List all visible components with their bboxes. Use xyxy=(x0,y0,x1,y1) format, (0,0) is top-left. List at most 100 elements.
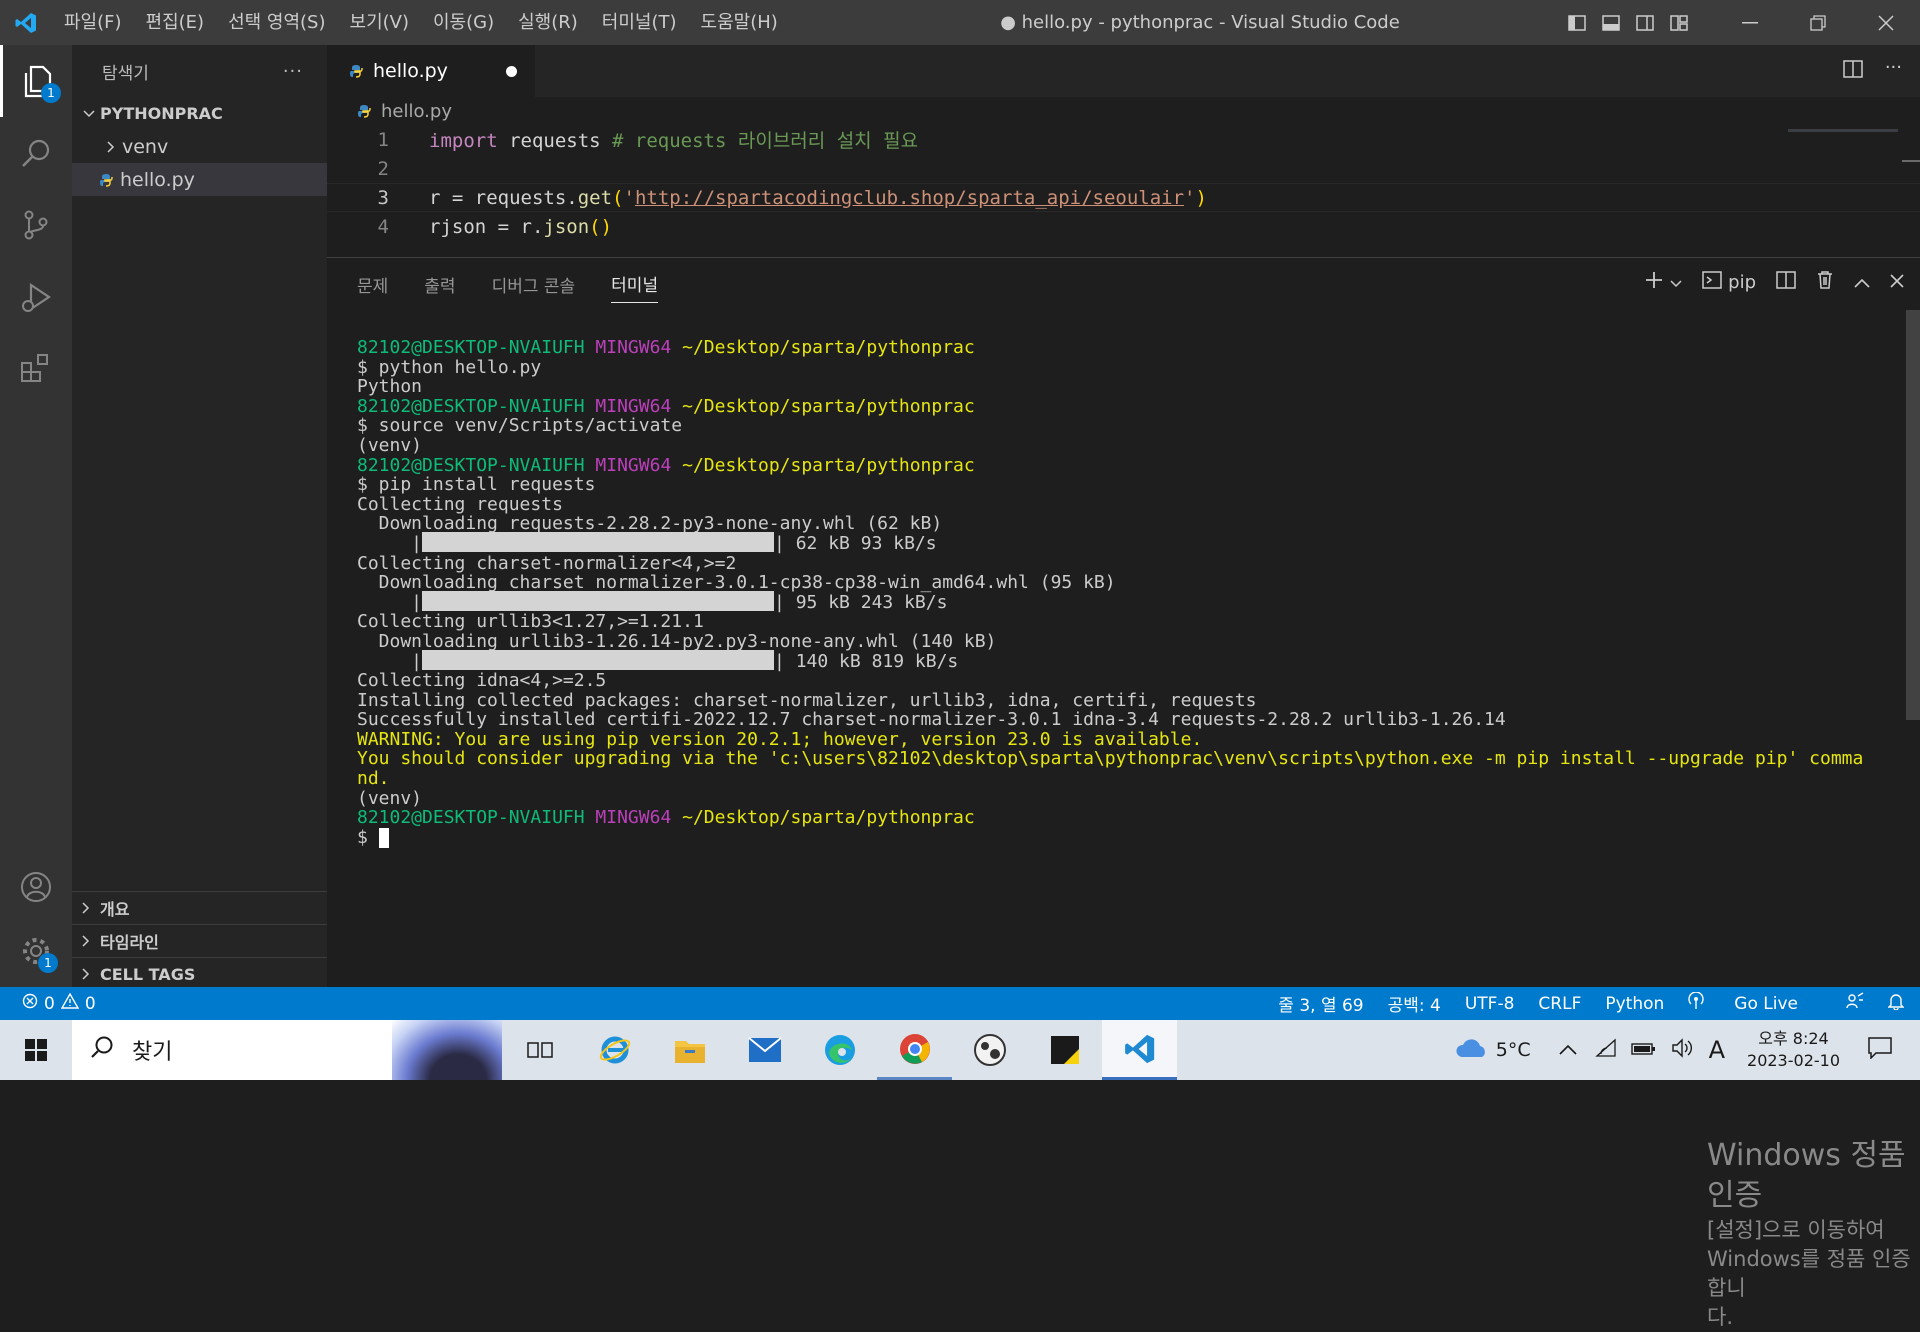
customize-layout-icon[interactable] xyxy=(1662,0,1696,45)
split-editor-icon[interactable] xyxy=(1843,59,1863,83)
section-timeline[interactable]: 타임라인 xyxy=(72,924,327,957)
indentation[interactable]: 공백: 4 xyxy=(1388,991,1441,1016)
tab-label: hello.py xyxy=(373,60,448,82)
feedback-icon[interactable] xyxy=(1846,992,1864,1015)
code-token: get xyxy=(577,186,613,209)
code-token: # requests 라이브러리 설치 필요 xyxy=(612,130,919,152)
section-cell-tags[interactable]: CELL TAGS xyxy=(72,957,327,990)
menu-item[interactable]: 파일(F) xyxy=(52,0,134,45)
code-line[interactable]: 1 import requests # requests 라이브러리 설치 필요 xyxy=(327,125,1920,154)
sidebar-more-button[interactable]: ··· xyxy=(283,61,303,82)
panel-tab[interactable]: 문제 xyxy=(357,266,388,303)
task-view-icon[interactable] xyxy=(502,1020,577,1080)
minimap[interactable] xyxy=(1788,129,1898,132)
chrome-browser-icon[interactable] xyxy=(877,1020,952,1080)
menu-item[interactable]: 실행(R) xyxy=(506,0,590,45)
clock[interactable]: 오후 8:24 2023-02-10 xyxy=(1747,1028,1840,1072)
run-debug-icon[interactable] xyxy=(0,261,72,333)
folder-venv[interactable]: venv xyxy=(72,130,327,163)
terminal-text: nd. xyxy=(357,768,390,790)
weather-cloud-icon[interactable] xyxy=(1454,1037,1490,1063)
terminal-output[interactable]: 82102@DESKTOP-NVAIUFH MINGW64 ~/Desktop/… xyxy=(357,336,1890,848)
terminal-line: | | 62 kB 93 kB/s xyxy=(357,531,1890,554)
panel-tab[interactable]: 출력 xyxy=(424,266,455,303)
split-terminal-icon[interactable] xyxy=(1776,270,1796,295)
code-editor[interactable]: 1 import requests # requests 라이브러리 설치 필요 2… xyxy=(327,125,1920,241)
sticky-notes-icon[interactable] xyxy=(1027,1020,1102,1080)
terminal-text: ~/Desktop/sparta/pythonprac xyxy=(682,454,975,476)
mail-icon[interactable] xyxy=(727,1020,802,1080)
explorer-icon[interactable]: 1 xyxy=(0,45,72,117)
terminal-scrollbar[interactable] xyxy=(1906,310,1920,720)
source-control-icon[interactable] xyxy=(0,189,72,261)
ime-indicator[interactable]: A xyxy=(1709,1036,1725,1064)
internet-explorer-icon[interactable] xyxy=(577,1020,652,1080)
progress-bar xyxy=(422,531,775,552)
panel-tab[interactable]: 터미널 xyxy=(611,265,659,303)
terminal-shell-selector[interactable]: pip xyxy=(1702,270,1756,295)
edge-browser-icon[interactable] xyxy=(802,1020,877,1080)
explorer-sidebar: 탐색기 ··· PYTHONPRAC venv hello.py 개요 타임라인… xyxy=(72,45,327,987)
weather-temp[interactable]: 5°C xyxy=(1496,1039,1531,1061)
terminal-text: MINGW64 xyxy=(595,337,683,358)
panel-tab[interactable]: 디버그 콘솔 xyxy=(492,266,576,303)
close-panel-icon[interactable] xyxy=(1890,272,1904,293)
go-live-button[interactable]: Go Live xyxy=(1688,991,1822,1015)
section-label: 개요 xyxy=(100,900,130,919)
maximize-panel-icon[interactable] xyxy=(1854,272,1870,293)
code-line[interactable]: 4 rjson = r.json() xyxy=(327,212,1920,241)
menu-item[interactable]: 터미널(T) xyxy=(590,0,689,45)
action-center-icon[interactable] xyxy=(1868,1037,1892,1063)
language-mode[interactable]: Python xyxy=(1605,994,1664,1014)
minimize-icon[interactable] xyxy=(1716,0,1784,45)
volume-icon[interactable] xyxy=(1671,1038,1695,1062)
terminal-text: MINGW64 xyxy=(595,454,683,476)
menu-item[interactable]: 편집(E) xyxy=(134,0,217,45)
breadcrumb[interactable]: hello.py xyxy=(327,97,1920,125)
menu-item[interactable]: 도움말(H) xyxy=(689,0,790,45)
tab-hello-py[interactable]: hello.py xyxy=(327,45,535,97)
menu-item[interactable]: 선택 영역(S) xyxy=(216,0,337,45)
file-explorer-icon[interactable] xyxy=(652,1020,727,1080)
toggle-sidebar-icon[interactable] xyxy=(1560,0,1594,45)
game-app-icon[interactable] xyxy=(952,1020,1027,1080)
section-outline[interactable]: 개요 xyxy=(72,891,327,924)
manage-gear-icon[interactable]: 1 xyxy=(0,915,72,987)
unsaved-dot-icon[interactable] xyxy=(506,66,517,77)
file-hello-py[interactable]: hello.py xyxy=(72,163,327,196)
restore-icon[interactable] xyxy=(1784,0,1852,45)
menu-item[interactable]: 보기(V) xyxy=(338,0,421,45)
search-icon[interactable] xyxy=(0,117,72,189)
chevron-down-icon[interactable] xyxy=(1670,272,1682,293)
line-ending[interactable]: CRLF xyxy=(1538,994,1581,1014)
more-actions-icon[interactable]: ··· xyxy=(1885,59,1902,83)
editor-scrollbar[interactable] xyxy=(1902,160,1920,162)
terminal-line: Python xyxy=(357,375,1890,397)
chevron-up-icon[interactable] xyxy=(1559,1041,1577,1060)
project-folder[interactable]: PYTHONPRAC xyxy=(72,97,327,130)
problems-status[interactable]: 0 0 xyxy=(0,992,96,1014)
menu-item[interactable]: 이동(G) xyxy=(421,0,506,45)
encoding[interactable]: UTF-8 xyxy=(1465,994,1515,1014)
notifications-bell-icon[interactable] xyxy=(1887,992,1905,1015)
extensions-icon[interactable] xyxy=(0,333,72,405)
vscode-taskbar-icon[interactable] xyxy=(1102,1020,1177,1080)
accounts-icon[interactable] xyxy=(0,851,72,923)
code-line[interactable]: 3r = requests.get('http://spartacodingcl… xyxy=(327,183,1920,212)
panel-actions: pip xyxy=(1644,270,1904,295)
trash-icon[interactable] xyxy=(1816,270,1834,295)
toggle-secondary-sidebar-icon[interactable] xyxy=(1628,0,1662,45)
close-icon[interactable] xyxy=(1852,0,1920,45)
terminal-text: MINGW64 xyxy=(595,807,683,829)
taskbar-search-box[interactable]: 찾기 xyxy=(72,1020,502,1080)
battery-icon[interactable] xyxy=(1630,1041,1657,1060)
new-terminal-icon[interactable] xyxy=(1644,270,1664,295)
search-highlight-image xyxy=(392,1020,502,1080)
watermark-title: Windows 정품 인증 xyxy=(1707,1138,1906,1213)
code-line[interactable]: 2 xyxy=(327,154,1920,183)
cursor-position[interactable]: 줄 3, 열 69 xyxy=(1278,991,1363,1016)
toggle-panel-icon[interactable] xyxy=(1594,0,1628,45)
windows-start-icon[interactable] xyxy=(0,1020,72,1080)
system-tray: 5°C A 오후 8:24 2023-02-10 xyxy=(1454,1020,1920,1080)
wifi-icon[interactable] xyxy=(1594,1038,1617,1062)
